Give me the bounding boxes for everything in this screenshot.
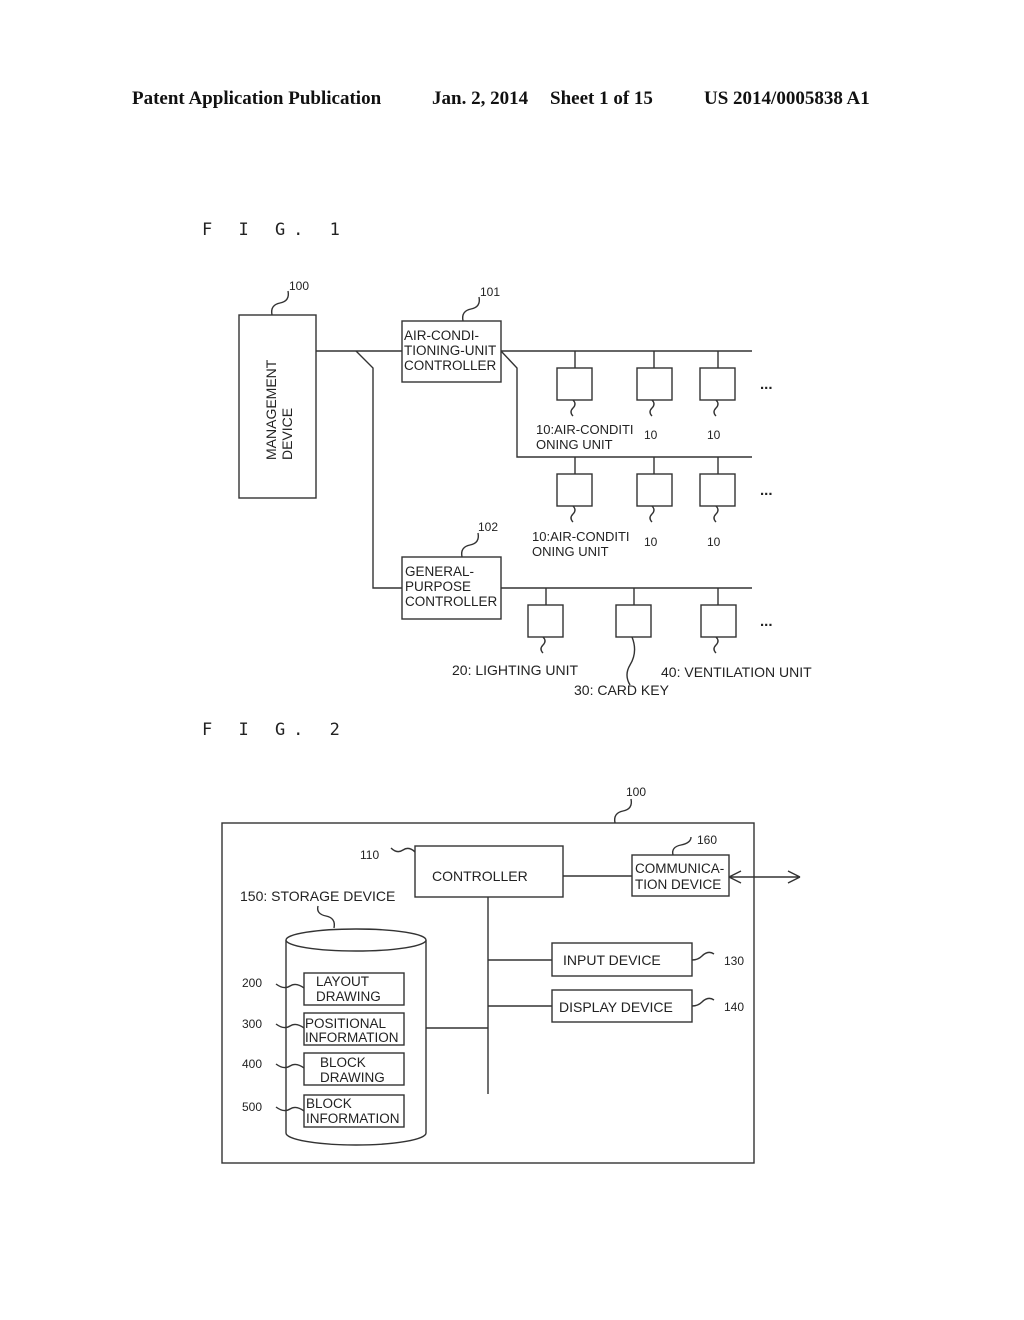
ac-controller-line1: AIR-CONDI- — [404, 328, 479, 343]
storage-item-line1: LAYOUT — [316, 974, 369, 989]
ac-unit-ref: 10 — [707, 535, 721, 549]
ref-101: 101 — [480, 285, 500, 299]
storage-item-line2: INFORMATION — [306, 1111, 400, 1126]
ac-unit — [699, 473, 736, 507]
ac-unit — [556, 473, 593, 507]
ellipsis: ... — [760, 613, 773, 630]
storage-item-line1: BLOCK — [306, 1096, 352, 1111]
ellipsis: ... — [760, 482, 773, 499]
ac-unit-label-line1: 10:AIR-CONDITI — [532, 529, 630, 544]
gp-controller-line3: CONTROLLER — [405, 594, 498, 609]
ac-unit-ref: 10 — [707, 428, 721, 442]
ac-unit — [636, 473, 673, 507]
storage-cylinder-top — [285, 928, 427, 952]
management-device-line1: MANAGEMENT — [263, 359, 279, 460]
storage-device-label: 150: STORAGE DEVICE — [240, 888, 395, 904]
ac-unit-ref: 10 — [644, 428, 658, 442]
ref-102: 102 — [478, 520, 498, 534]
ref-130: 130 — [724, 954, 744, 968]
ac-unit-row-2: ... 10:AIR-CONDITI ONING UNIT 10 10 — [532, 457, 773, 559]
ref-110: 110 — [360, 848, 379, 862]
leader-100 — [270, 290, 290, 316]
ac-controller-line2: TIONING-UNIT — [404, 343, 496, 358]
ac-unit-row-1: ... 10:AIR-CONDITI ONING UNIT 10 10 — [536, 351, 773, 452]
ref-200: 200 — [242, 976, 262, 990]
ventilation-unit-label: 40: VENTILATION UNIT — [661, 664, 812, 680]
ref-160: 160 — [697, 833, 717, 847]
ellipsis: ... — [760, 376, 773, 393]
gp-controller-line2: PURPOSE — [405, 579, 471, 594]
storage-item-line2: INFORMATION — [305, 1030, 399, 1045]
ref-140: 140 — [724, 1000, 744, 1014]
ac-unit — [636, 367, 673, 401]
fig2-diagram: 100 CONTROLLER 110 COMMUNICA- TION DEVIC… — [221, 785, 801, 1164]
ref-100: 100 — [626, 785, 646, 799]
ac-unit — [699, 367, 736, 401]
leader-100 — [613, 798, 633, 824]
communication-line1: COMMUNICA- — [635, 861, 724, 876]
ref-400: 400 — [242, 1057, 262, 1071]
management-device-line2: DEVICE — [279, 408, 295, 460]
storage-item-line1: POSITIONAL — [305, 1016, 387, 1031]
storage-item-line2: DRAWING — [316, 989, 381, 1004]
ref-300: 300 — [242, 1017, 262, 1031]
storage-item-line1: BLOCK — [320, 1055, 366, 1070]
bus-mgmt-to-gp — [355, 350, 402, 589]
ac-unit-label-line2: ONING UNIT — [532, 544, 609, 559]
ac-unit-label-line2: ONING UNIT — [536, 437, 613, 452]
lighting-unit-box — [527, 604, 564, 638]
ac-unit-ref: 10 — [644, 535, 658, 549]
leader-102 — [460, 532, 480, 558]
controller-label: CONTROLLER — [432, 868, 528, 884]
card-key-box — [615, 604, 652, 638]
storage-item-line2: DRAWING — [320, 1070, 385, 1085]
ref-100: 100 — [289, 279, 309, 293]
ac-unit — [556, 367, 593, 401]
fig1-diagram: 100 MANAGEMENT DEVICE 101 AIR-CONDI- TIO… — [238, 279, 812, 698]
lighting-unit-label: 20: LIGHTING UNIT — [452, 662, 578, 678]
ac-unit-label-line1: 10:AIR-CONDITI — [536, 422, 634, 437]
card-key-label: 30: CARD KEY — [574, 682, 670, 698]
ventilation-unit-box — [700, 604, 737, 638]
input-device-label: INPUT DEVICE — [563, 952, 661, 968]
ac-controller-line3: CONTROLLER — [404, 358, 497, 373]
leader-101 — [461, 296, 481, 322]
communication-line2: TION DEVICE — [635, 877, 721, 892]
ref-500: 500 — [242, 1100, 262, 1114]
gp-controller-line1: GENERAL- — [405, 564, 474, 579]
figure-canvas: 100 MANAGEMENT DEVICE 101 AIR-CONDI- TIO… — [221, 279, 812, 1164]
display-device-label: DISPLAY DEVICE — [559, 999, 673, 1015]
